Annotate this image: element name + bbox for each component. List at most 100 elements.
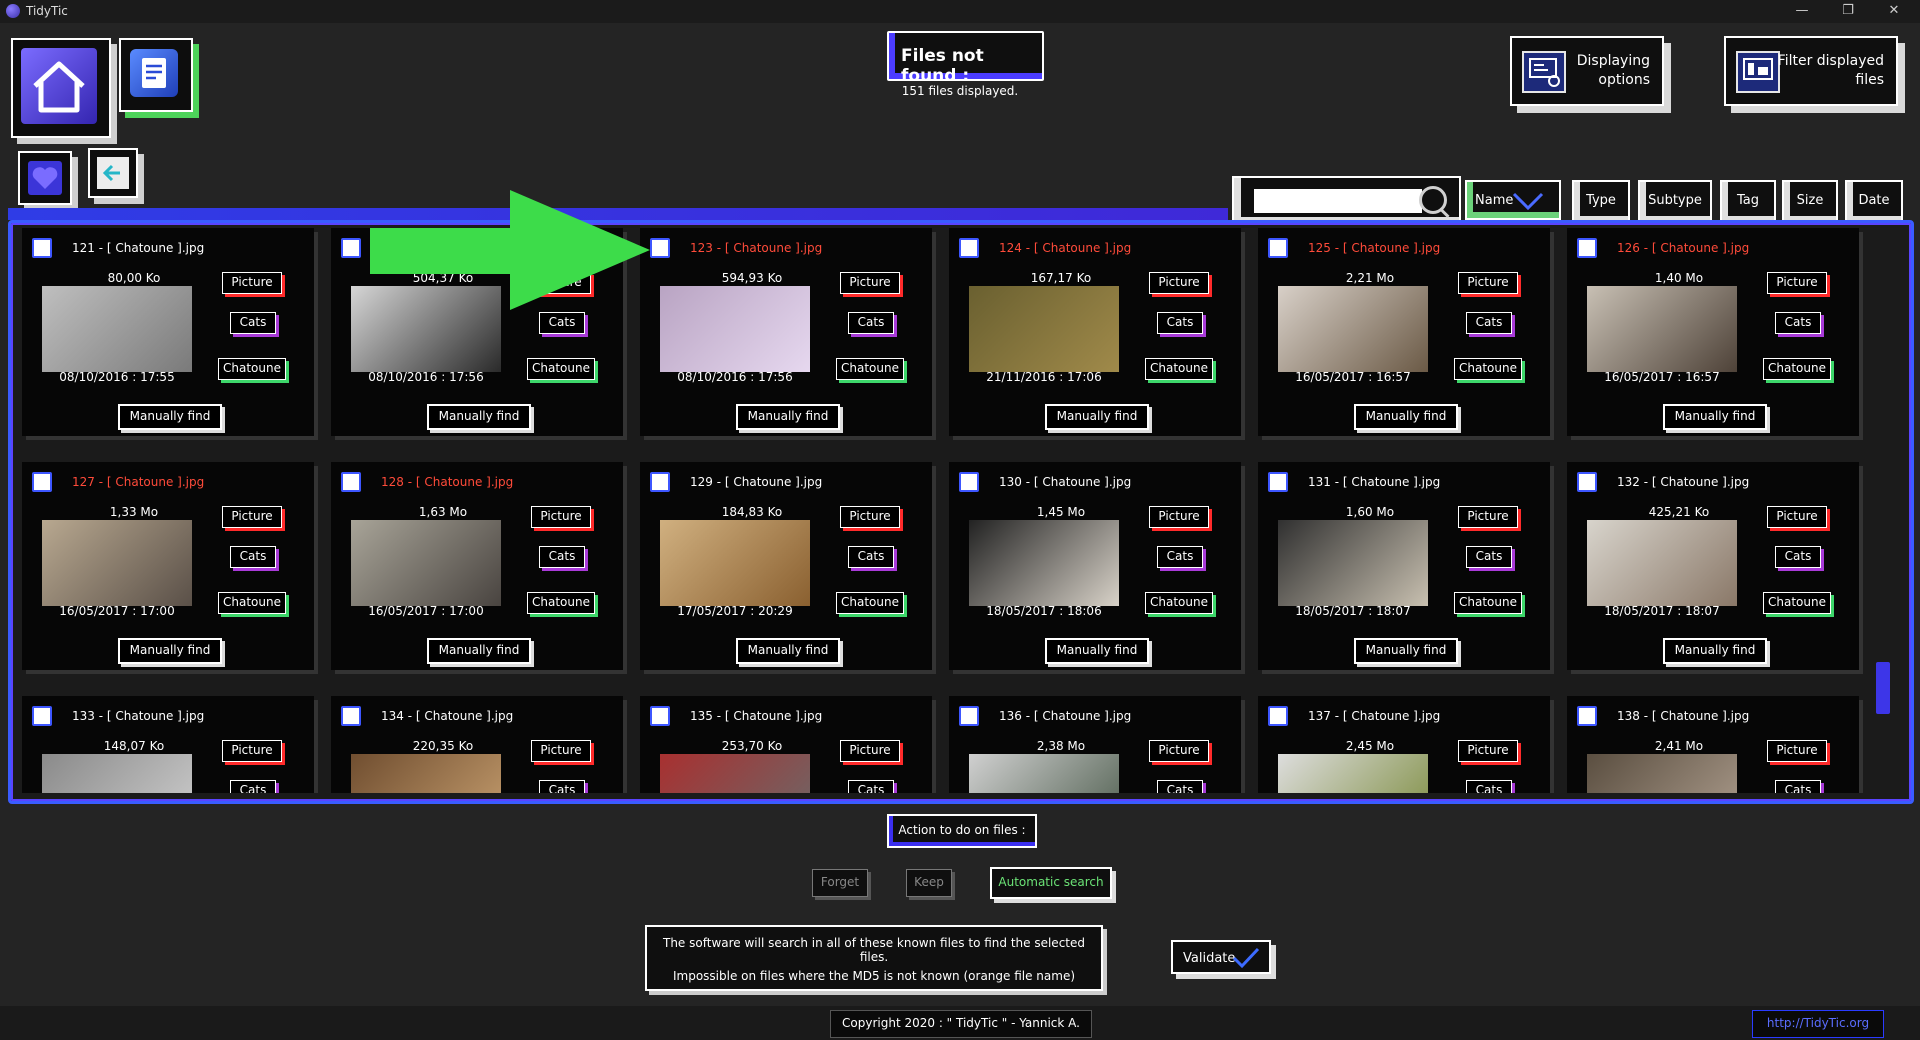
subtype-tag[interactable]: Cats bbox=[230, 780, 276, 793]
label-tag[interactable]: Chatoune bbox=[1454, 592, 1522, 614]
type-tag[interactable]: Picture bbox=[840, 272, 900, 294]
sort-subtype-button[interactable]: Subtype bbox=[1638, 180, 1712, 224]
file-thumbnail[interactable] bbox=[969, 286, 1119, 372]
file-thumbnail[interactable] bbox=[42, 286, 192, 372]
label-tag[interactable]: Chatoune bbox=[1763, 358, 1831, 380]
type-tag[interactable]: Picture bbox=[1767, 506, 1827, 528]
sort-name-button[interactable]: Name bbox=[1465, 180, 1561, 220]
file-checkbox[interactable] bbox=[959, 706, 979, 726]
subtype-tag[interactable]: Cats bbox=[539, 780, 585, 793]
subtype-tag[interactable]: Cats bbox=[230, 546, 276, 568]
automatic-search-button[interactable]: Automatic search bbox=[990, 867, 1112, 899]
file-thumbnail[interactable] bbox=[351, 520, 501, 606]
subtype-tag[interactable]: Cats bbox=[539, 312, 585, 334]
subtype-tag[interactable]: Cats bbox=[1466, 312, 1512, 334]
filter-files-button[interactable]: Filter displayed files bbox=[1724, 36, 1898, 106]
file-thumbnail[interactable] bbox=[660, 754, 810, 793]
label-tag[interactable]: Chatoune bbox=[836, 592, 904, 614]
file-checkbox[interactable] bbox=[1577, 472, 1597, 492]
subtype-tag[interactable]: Cats bbox=[1157, 780, 1203, 793]
type-tag[interactable]: Picture bbox=[222, 272, 282, 294]
file-checkbox[interactable] bbox=[341, 472, 361, 492]
file-thumbnail[interactable] bbox=[1587, 520, 1737, 606]
manually-find-button[interactable]: Manually find bbox=[427, 638, 531, 664]
file-thumbnail[interactable] bbox=[351, 754, 501, 793]
label-tag[interactable]: Chatoune bbox=[1763, 592, 1831, 614]
documents-button[interactable] bbox=[119, 38, 193, 112]
label-tag[interactable]: Chatoune bbox=[527, 592, 595, 614]
file-checkbox[interactable] bbox=[959, 238, 979, 258]
keep-button[interactable]: Keep bbox=[906, 869, 952, 897]
file-thumbnail[interactable] bbox=[1278, 520, 1428, 606]
file-thumbnail[interactable] bbox=[660, 520, 810, 606]
type-tag[interactable]: Picture bbox=[1149, 740, 1209, 762]
file-checkbox[interactable] bbox=[1577, 238, 1597, 258]
file-thumbnail[interactable] bbox=[1278, 754, 1428, 793]
minimize-button[interactable]: — bbox=[1780, 0, 1824, 23]
subtype-tag[interactable]: Cats bbox=[539, 546, 585, 568]
manually-find-button[interactable]: Manually find bbox=[1354, 638, 1458, 664]
forget-button[interactable]: Forget bbox=[812, 869, 868, 897]
file-checkbox[interactable] bbox=[32, 238, 52, 258]
subtype-tag[interactable]: Cats bbox=[1775, 780, 1821, 793]
subtype-tag[interactable]: Cats bbox=[848, 780, 894, 793]
file-thumbnail[interactable] bbox=[660, 286, 810, 372]
search-input[interactable] bbox=[1254, 189, 1422, 213]
type-tag[interactable]: Picture bbox=[1458, 506, 1518, 528]
subtype-tag[interactable]: Cats bbox=[1466, 780, 1512, 793]
file-checkbox[interactable] bbox=[1268, 706, 1288, 726]
file-checkbox[interactable] bbox=[32, 472, 52, 492]
label-tag[interactable]: Chatoune bbox=[218, 592, 286, 614]
sort-tag-button[interactable]: Tag bbox=[1720, 180, 1776, 224]
type-tag[interactable]: Picture bbox=[1458, 272, 1518, 294]
type-tag[interactable]: Picture bbox=[531, 740, 591, 762]
subtype-tag[interactable]: Cats bbox=[1157, 546, 1203, 568]
file-thumbnail[interactable] bbox=[1278, 286, 1428, 372]
manually-find-button[interactable]: Manually find bbox=[118, 404, 222, 430]
back-button[interactable] bbox=[88, 148, 138, 198]
manually-find-button[interactable]: Manually find bbox=[1663, 638, 1767, 664]
file-checkbox[interactable] bbox=[650, 238, 670, 258]
type-tag[interactable]: Picture bbox=[1767, 740, 1827, 762]
file-thumbnail[interactable] bbox=[42, 754, 192, 793]
search-icon[interactable] bbox=[1419, 186, 1447, 214]
label-tag[interactable]: Chatoune bbox=[218, 358, 286, 380]
validate-button[interactable]: Validate bbox=[1171, 940, 1271, 974]
type-tag[interactable]: Picture bbox=[1458, 740, 1518, 762]
file-checkbox[interactable] bbox=[650, 706, 670, 726]
type-tag[interactable]: Picture bbox=[1149, 506, 1209, 528]
file-checkbox[interactable] bbox=[1577, 706, 1597, 726]
type-tag[interactable]: Picture bbox=[222, 506, 282, 528]
file-thumbnail[interactable] bbox=[1587, 286, 1737, 372]
manually-find-button[interactable]: Manually find bbox=[736, 638, 840, 664]
file-thumbnail[interactable] bbox=[42, 520, 192, 606]
manually-find-button[interactable]: Manually find bbox=[118, 638, 222, 664]
manually-find-button[interactable]: Manually find bbox=[1045, 404, 1149, 430]
type-tag[interactable]: Picture bbox=[531, 506, 591, 528]
subtype-tag[interactable]: Cats bbox=[1775, 546, 1821, 568]
file-checkbox[interactable] bbox=[341, 238, 361, 258]
sort-size-button[interactable]: Size bbox=[1782, 180, 1838, 224]
website-link[interactable]: http://TidyTic.org bbox=[1752, 1010, 1884, 1038]
type-tag[interactable]: Picture bbox=[840, 740, 900, 762]
sort-type-button[interactable]: Type bbox=[1572, 180, 1630, 224]
favorites-button[interactable] bbox=[18, 151, 72, 205]
label-tag[interactable]: Chatoune bbox=[1454, 358, 1522, 380]
restore-button[interactable]: ❐ bbox=[1826, 0, 1870, 23]
manually-find-button[interactable]: Manually find bbox=[1354, 404, 1458, 430]
file-checkbox[interactable] bbox=[1268, 238, 1288, 258]
file-thumbnail[interactable] bbox=[969, 520, 1119, 606]
label-tag[interactable]: Chatoune bbox=[1145, 358, 1213, 380]
file-checkbox[interactable] bbox=[650, 472, 670, 492]
subtype-tag[interactable]: Cats bbox=[1157, 312, 1203, 334]
file-thumbnail[interactable] bbox=[969, 754, 1119, 793]
file-thumbnail[interactable] bbox=[1587, 754, 1737, 793]
manually-find-button[interactable]: Manually find bbox=[736, 404, 840, 430]
subtype-tag[interactable]: Cats bbox=[1775, 312, 1821, 334]
displaying-options-button[interactable]: Displaying options bbox=[1510, 36, 1664, 106]
manually-find-button[interactable]: Manually find bbox=[427, 404, 531, 430]
file-checkbox[interactable] bbox=[341, 706, 361, 726]
subtype-tag[interactable]: Cats bbox=[1466, 546, 1512, 568]
manually-find-button[interactable]: Manually find bbox=[1045, 638, 1149, 664]
subtype-tag[interactable]: Cats bbox=[230, 312, 276, 334]
